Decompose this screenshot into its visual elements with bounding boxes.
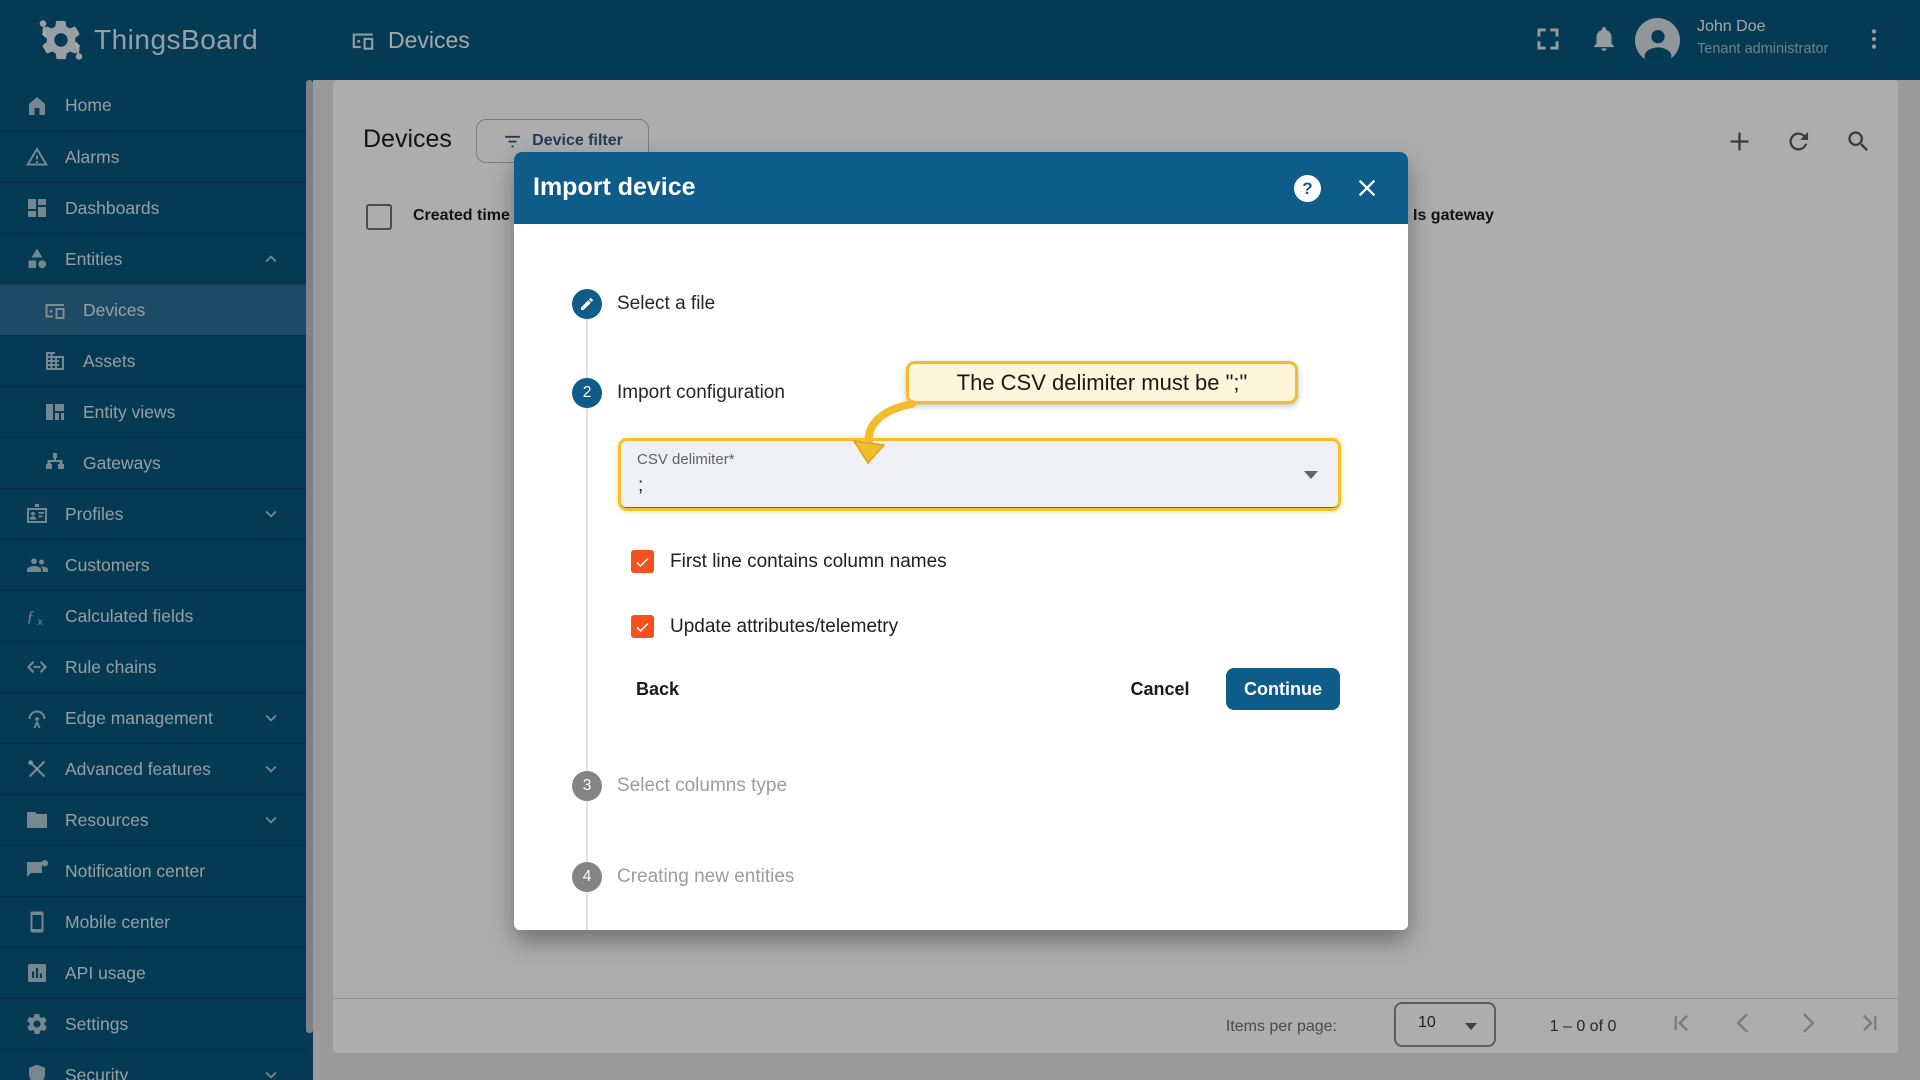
step-2-label: Import configuration (617, 382, 785, 403)
stepper-connector (586, 801, 588, 862)
tooltip-arrow-icon (852, 400, 916, 465)
checkbox-checked-icon[interactable] (631, 615, 654, 638)
step-3-label: Select columns type (617, 775, 788, 796)
csv-delimiter-tooltip: The CSV delimiter must be ";" (906, 361, 1298, 404)
stepper-connector (586, 319, 588, 378)
csv-delimiter-select[interactable]: CSV delimiter* ; (618, 438, 1341, 511)
back-button[interactable]: Back (618, 668, 697, 710)
dialog-title: Import device (533, 173, 696, 201)
step-3-indicator: 3 (572, 771, 602, 801)
step-4-label: Creating new entities (617, 866, 795, 887)
step-1-indicator[interactable] (572, 289, 602, 319)
cancel-button[interactable]: Cancel (1110, 668, 1210, 710)
step-2-indicator: 2 (572, 378, 602, 408)
checkbox-checked-icon[interactable] (631, 550, 654, 573)
csv-delimiter-label: CSV delimiter* (637, 451, 735, 468)
first-line-checkbox-row[interactable]: First line contains column names (631, 550, 947, 573)
dialog-header: Import device ? (514, 152, 1408, 224)
stepper-connector (586, 892, 588, 930)
close-icon (1358, 179, 1376, 197)
help-button[interactable]: ? (1294, 175, 1321, 202)
import-device-dialog: Import device ? CSV delimiter* ; First l… (514, 152, 1408, 930)
update-attributes-checkbox-row[interactable]: Update attributes/telemetry (631, 615, 898, 638)
step-4-indicator: 4 (572, 862, 602, 892)
chevron-down-icon (1304, 471, 1318, 479)
pencil-icon (581, 298, 593, 310)
close-button[interactable] (1353, 174, 1381, 202)
dialog-body: CSV delimiter* ; First line contains col… (514, 224, 1408, 930)
csv-delimiter-value: ; (638, 475, 644, 496)
continue-button[interactable]: Continue (1226, 668, 1340, 710)
step-1-label: Select a file (617, 293, 716, 314)
stepper-connector (586, 408, 588, 771)
